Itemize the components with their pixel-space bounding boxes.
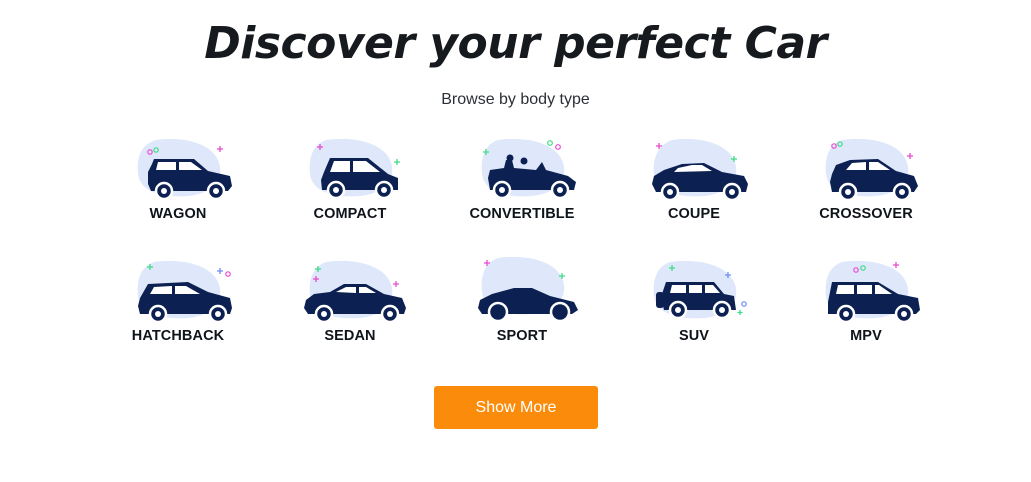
page-subtitle: Browse by body type xyxy=(441,91,590,108)
body-type-crossover[interactable]: CROSSOVER xyxy=(780,134,952,256)
body-type-label: MPV xyxy=(850,328,882,344)
suv-icon xyxy=(653,260,747,320)
body-type-convertible[interactable]: CONVERTIBLE xyxy=(436,134,608,256)
body-type-label: COMPACT xyxy=(313,206,387,222)
body-type-label: SPORT xyxy=(496,328,548,344)
body-type-label: COUPE xyxy=(667,206,721,222)
coupe-icon xyxy=(652,138,748,202)
body-type-label: SUV xyxy=(678,328,710,344)
body-type-label: HATCHBACK xyxy=(131,328,225,344)
sport-icon xyxy=(478,256,578,323)
convertible-icon xyxy=(481,138,576,200)
body-type-sport[interactable]: SPORT xyxy=(436,256,608,378)
body-type-label: WAGON xyxy=(149,206,207,222)
crossover-icon xyxy=(825,138,918,202)
compact-icon xyxy=(309,138,400,200)
body-type-label: CROSSOVER xyxy=(819,206,913,222)
body-type-compact[interactable]: COMPACT xyxy=(264,134,436,256)
wagon-icon xyxy=(137,138,232,201)
show-more-button[interactable]: Show More xyxy=(434,386,598,429)
mpv-icon xyxy=(825,260,920,324)
body-type-hatchback[interactable]: HATCHBACK xyxy=(92,256,264,378)
body-type-coupe[interactable]: COUPE xyxy=(608,134,780,256)
body-type-wagon[interactable]: WAGON xyxy=(92,134,264,256)
body-type-suv[interactable]: SUV xyxy=(608,256,780,378)
hatchback-icon xyxy=(137,260,232,324)
body-type-sedan[interactable]: SEDAN xyxy=(264,256,436,378)
sedan-icon xyxy=(304,260,406,324)
body-type-mpv[interactable]: MPV xyxy=(780,256,952,378)
body-type-grid: WAGON COMPACT CONVERTIBLE COUPE CROSSOVE… xyxy=(92,134,952,378)
page-title: Discover your perfect Car xyxy=(204,18,827,69)
body-type-label: CONVERTIBLE xyxy=(469,206,575,222)
body-type-label: SEDAN xyxy=(324,328,376,344)
